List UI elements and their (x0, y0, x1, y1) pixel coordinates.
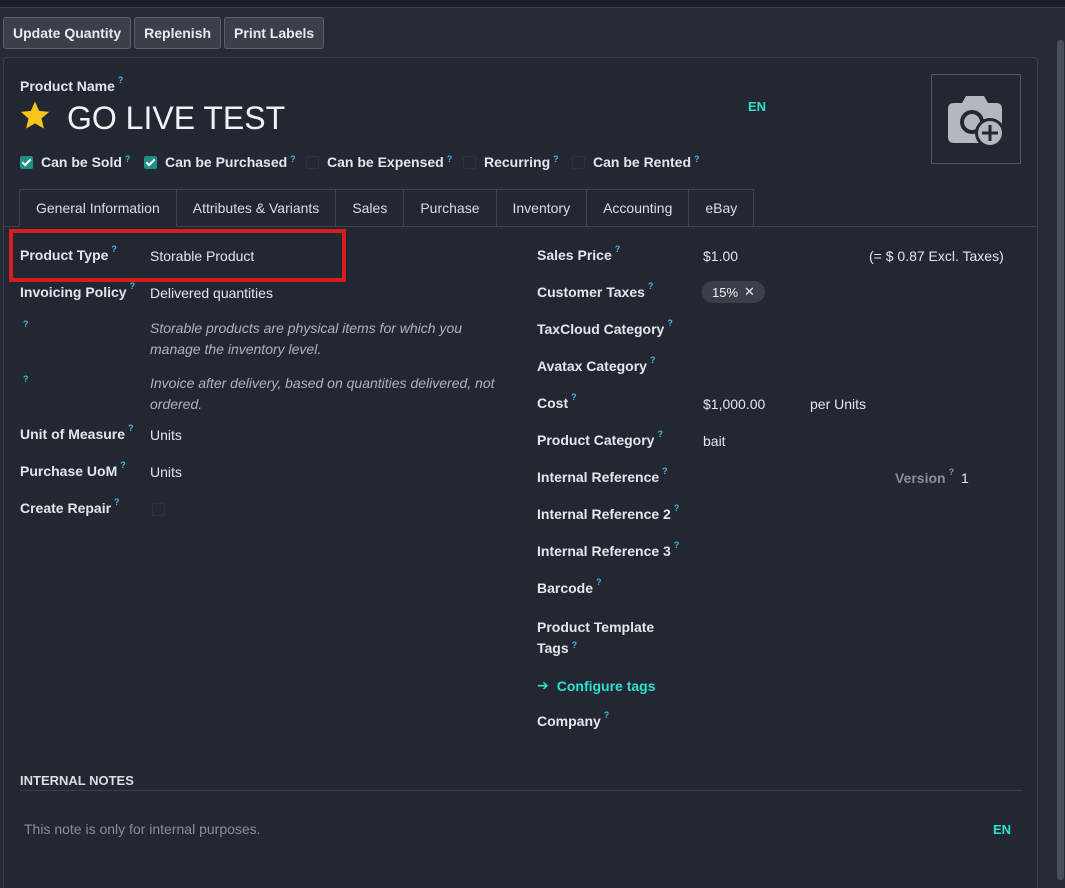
sales-price-label: Sales Price? (537, 244, 621, 263)
template-tags-line2: Tags? (537, 640, 578, 656)
print-labels-button[interactable]: Print Labels (224, 17, 325, 49)
product-template-tags-label: Product Template Tags? (537, 617, 654, 659)
invoicing-policy-select[interactable]: Delivered quantities (150, 285, 273, 301)
product-type-help-line2: manage the inventory level. (150, 341, 322, 357)
scrollbar[interactable] (1056, 8, 1065, 888)
notes-divider (20, 790, 1022, 791)
configure-tags-label: Configure tags (556, 677, 656, 694)
invoicing-policy-help: Invoice after delivery, based on quantit… (150, 373, 495, 415)
create-repair-label: Create Repair? (20, 497, 120, 516)
template-tags-line1: Product Template (537, 619, 655, 635)
notes-lang-toggle-en[interactable]: EN (993, 822, 1011, 837)
tax-tag-label: 15% (712, 284, 739, 300)
product-category-label: Product Category? (537, 429, 663, 448)
product-name-label: Product Name? (20, 75, 124, 94)
replenish-button[interactable]: Replenish (134, 17, 222, 49)
checkbox-empty-icon (463, 155, 476, 169)
can-be-rented-checkbox[interactable]: Can be Rented? (572, 154, 700, 170)
internal-notes-heading: INTERNAL NOTES (20, 773, 134, 788)
version-label: Version? (895, 467, 955, 486)
excl-taxes-text: (= $ 0.87 Excl. Taxes) (869, 248, 1004, 264)
customer-taxes-label: Customer Taxes? (537, 281, 654, 300)
internal-reference-3-label: Internal Reference 3? (537, 540, 680, 559)
star-icon[interactable] (18, 99, 52, 133)
company-label: Company? (537, 710, 610, 729)
product-type-help: Storable products are physical items for… (150, 318, 462, 360)
tab-attributes-variants[interactable]: Attributes & Variants (176, 189, 337, 227)
top-bar (0, 0, 1065, 8)
uom-label: Unit of Measure? (20, 423, 134, 442)
taxcloud-category-label: TaxCloud Category? (537, 318, 673, 337)
barcode-label: Barcode? (537, 577, 602, 596)
cost-label: Cost? (537, 392, 577, 411)
action-toolbar: Update Quantity Replenish Print Labels (3, 17, 325, 49)
can-be-expensed-checkbox[interactable]: Can be Expensed? (306, 154, 452, 170)
cost-unit-text: per Units (810, 396, 867, 412)
arrow-right-icon: ➔ (537, 677, 549, 693)
camera-add-icon (948, 96, 1005, 148)
recurring-checkbox[interactable]: Recurring? (463, 154, 559, 170)
version-value: 1 (961, 470, 969, 486)
checkbox-empty-icon (572, 155, 585, 169)
can-be-sold-checkbox[interactable]: Can be Sold? (20, 154, 130, 170)
product-name-field[interactable]: GO LIVE TEST (67, 100, 285, 137)
checkbox-empty-icon (306, 155, 319, 169)
product-type-help-line1: Storable products are physical items for… (150, 320, 463, 336)
can-be-purchased-checkbox[interactable]: Can be Purchased? (144, 154, 296, 170)
internal-notes-field[interactable]: This note is only for internal purposes. (24, 821, 261, 837)
internal-reference-label: Internal Reference? (537, 466, 668, 485)
product-image-upload[interactable] (931, 74, 1021, 164)
configure-tags-link[interactable]: ➔ Configure tags (537, 677, 656, 694)
create-repair-checkbox[interactable] (152, 503, 165, 516)
tab-general-information[interactable]: General Information (19, 189, 177, 227)
tax-tag: 15% ✕ (702, 281, 765, 303)
scrollbar-thumb[interactable] (1057, 40, 1064, 880)
product-type-label: Product Type? (20, 244, 117, 263)
remove-tag-icon[interactable]: ✕ (744, 284, 755, 300)
tab-ebay[interactable]: eBay (689, 189, 755, 227)
product-type-select[interactable]: Storable Product (150, 248, 254, 264)
purchase-uom-label: Purchase UoM? (20, 460, 126, 479)
update-quantity-button[interactable]: Update Quantity (3, 17, 132, 49)
sales-price-field[interactable]: $1.00 (703, 248, 738, 264)
tab-purchase[interactable]: Purchase (404, 189, 497, 227)
form-tabs: General Information Attributes & Variant… (19, 189, 755, 227)
tab-inventory[interactable]: Inventory (496, 189, 588, 227)
help-icon: ? (23, 374, 29, 384)
checkbox-checked-icon (20, 155, 33, 169)
lang-toggle-en[interactable]: EN (748, 99, 766, 114)
purchase-uom-field[interactable]: Units (150, 464, 182, 480)
tab-accounting[interactable]: Accounting (587, 189, 690, 227)
invoicing-help-line2: ordered. (150, 396, 203, 412)
product-category-field[interactable]: bait (703, 433, 726, 449)
invoicing-help-line1: Invoice after delivery, based on quantit… (150, 375, 495, 391)
cost-field[interactable]: $1,000.00 (703, 396, 765, 412)
invoicing-policy-label: Invoicing Policy? (20, 281, 136, 300)
checkbox-checked-icon (144, 155, 157, 169)
help-icon: ? (23, 319, 29, 329)
product-form-sheet: Product Name? GO LIVE TEST EN Can be Sol… (3, 57, 1038, 888)
internal-reference-2-label: Internal Reference 2? (537, 503, 680, 522)
uom-field[interactable]: Units (150, 427, 182, 443)
tab-sales[interactable]: Sales (336, 189, 405, 227)
avatax-category-label: Avatax Category? (537, 355, 656, 374)
